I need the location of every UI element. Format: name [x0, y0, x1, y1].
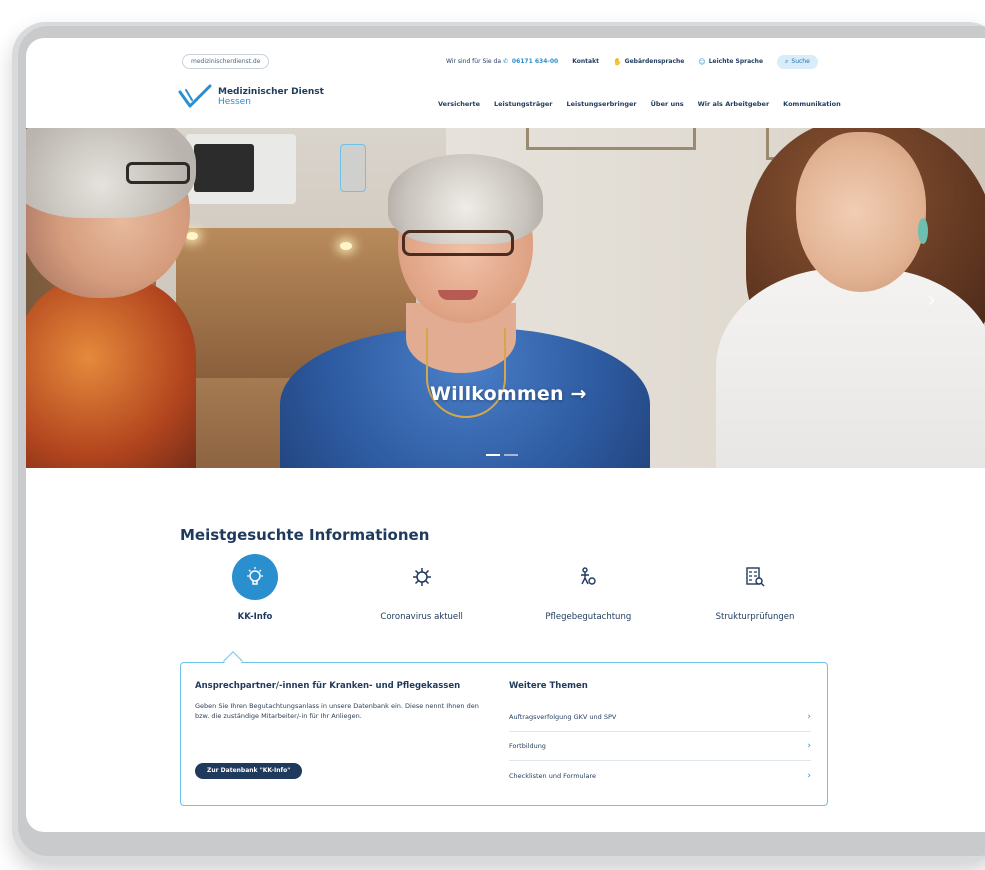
contact-prefix: Wir sind für Sie da: [446, 58, 502, 65]
tile-pflegebegutachtung-label: Pflegebegutachtung: [545, 612, 632, 622]
nav-ueber-uns[interactable]: Über uns: [651, 100, 684, 108]
tile-kk-info[interactable]: KK-Info: [180, 554, 330, 622]
contact-phone[interactable]: Wir sind für Sie da ✆ 06171 634-00: [446, 58, 558, 65]
tile-strukturpruefungen-icon-wrap: [732, 554, 778, 600]
slider-dots: [486, 454, 518, 456]
phone-number: 06171 634-00: [511, 58, 559, 65]
slider-dot[interactable]: [486, 454, 500, 456]
nav-arbeitgeber[interactable]: Wir als Arbeitgeber: [698, 100, 770, 108]
logo-region: Hessen: [218, 97, 251, 107]
section-title: Meistgesuchte Informationen: [180, 526, 430, 544]
care-assessment-icon: [581, 567, 597, 585]
lightbulb-icon: [247, 567, 263, 585]
person-right-earring: [918, 218, 928, 244]
domain-pill[interactable]: medizinischerdienst.de: [182, 54, 270, 69]
easy-language-icon: ☺: [698, 57, 706, 66]
theme-label: Auftragsverfolgung GKV und SPV: [509, 713, 617, 721]
database-button[interactable]: Zur Datenbank "KK-Info": [195, 763, 303, 779]
panel-left: Ansprechpartner/-innen für Kranken- und …: [195, 681, 487, 721]
chevron-right-icon: ›: [807, 712, 811, 722]
panel-description: Geben Sie Ihren Begutachtungsanlass in u…: [195, 702, 479, 720]
tile-pflegebegutachtung-icon-wrap: [565, 554, 611, 600]
theme-link-auftragsverfolgung[interactable]: Auftragsverfolgung GKV und SPV ›: [509, 703, 811, 732]
nav-leistungserbringer[interactable]: Leistungserbringer: [567, 100, 637, 108]
person-right-blouse: [716, 268, 985, 468]
link-kontakt-label: Kontakt: [572, 58, 599, 65]
theme-link-checklisten[interactable]: Checklisten und Formulare ›: [509, 761, 811, 790]
chevron-right-icon: ›: [807, 770, 811, 781]
tile-strukturpruefungen-label: Strukturprüfungen: [715, 612, 795, 622]
search-button[interactable]: ⌕ Suche: [777, 54, 818, 69]
hands-icon: ✋: [612, 57, 622, 66]
slider-next-arrow-icon[interactable]: ›: [927, 288, 936, 313]
tile-coronavirus-label: Coronavirus aktuell: [380, 612, 463, 622]
utility-bar: Wir sind für Sie da ✆ 06171 634-00 Konta…: [446, 54, 818, 69]
tile-pflegebegutachtung[interactable]: Pflegebegutachtung: [513, 554, 663, 622]
virus-icon: [412, 568, 431, 586]
tile-strukturpruefungen[interactable]: Strukturprüfungen: [680, 554, 830, 622]
hero-picture-frame: [526, 128, 696, 150]
tile-coronavirus[interactable]: Coronavirus aktuell: [347, 554, 497, 622]
logo-checkmark-icon: [178, 84, 212, 108]
search-icon: ⌕: [785, 57, 789, 65]
browser-screen: medizinischerdienst.de Wir sind für Sie …: [26, 38, 985, 832]
theme-label: Checklisten und Formulare: [509, 771, 596, 780]
link-leichte-sprache-label: Leichte Sprache: [708, 58, 764, 65]
person-right-face: [796, 132, 926, 292]
person-center-smile: [438, 290, 478, 300]
hero-microwave: [186, 134, 366, 204]
site-logo[interactable]: Medizinischer Dienst Hessen: [178, 84, 324, 110]
tile-coronavirus-icon-wrap: [399, 554, 445, 600]
link-gebaerdensprache[interactable]: ✋ Gebärdensprache: [613, 58, 684, 66]
tile-kk-info-label: KK-Info: [237, 612, 273, 622]
panel-right: Weitere Themen Auftragsverfolgung GKV un…: [509, 681, 811, 790]
kk-info-panel: Ansprechpartner/-innen für Kranken- und …: [180, 662, 828, 806]
person-left-glasses: [126, 162, 190, 184]
hero-slider[interactable]: Willkommen → ›: [26, 128, 985, 468]
logo-name: Medizinischer Dienst: [218, 87, 324, 97]
link-gebaerdensprache-label: Gebärdensprache: [624, 58, 685, 65]
nav-leistungstraeger[interactable]: Leistungsträger: [494, 100, 553, 108]
person-center-glasses: [402, 230, 514, 256]
link-kontakt[interactable]: Kontakt: [572, 58, 599, 65]
person-left-body: [26, 278, 196, 468]
chevron-right-icon: ›: [807, 741, 811, 751]
themes-heading: Weitere Themen: [509, 681, 588, 691]
search-button-label: Suche: [791, 57, 810, 65]
phone-icon: ✆: [502, 58, 508, 65]
themes-list: Auftragsverfolgung GKV und SPV › Fortbil…: [509, 703, 811, 790]
nav-versicherte[interactable]: Versicherte: [438, 100, 480, 108]
info-tiles: KK-Info Coronavirus aktuell Pflegebeguta…: [180, 554, 830, 622]
nav-kommunikation[interactable]: Kommunikation: [783, 100, 841, 108]
hero-lamp: [186, 232, 198, 240]
main-navigation: Versicherte Leistungsträger Leistungserb…: [438, 100, 841, 108]
theme-link-fortbildung[interactable]: Fortbildung ›: [509, 732, 811, 761]
hero-lamp: [340, 242, 352, 250]
theme-label: Fortbildung: [509, 742, 546, 750]
checklist-search-icon: [746, 567, 765, 587]
hero-caption-link[interactable]: Willkommen →: [430, 383, 587, 405]
slider-dot[interactable]: [504, 454, 518, 456]
tile-kk-info-icon-wrap: [232, 554, 278, 600]
panel-heading: Ansprechpartner/-innen für Kranken- und …: [195, 681, 461, 691]
link-leichte-sprache[interactable]: ☺ Leichte Sprache: [698, 58, 763, 66]
